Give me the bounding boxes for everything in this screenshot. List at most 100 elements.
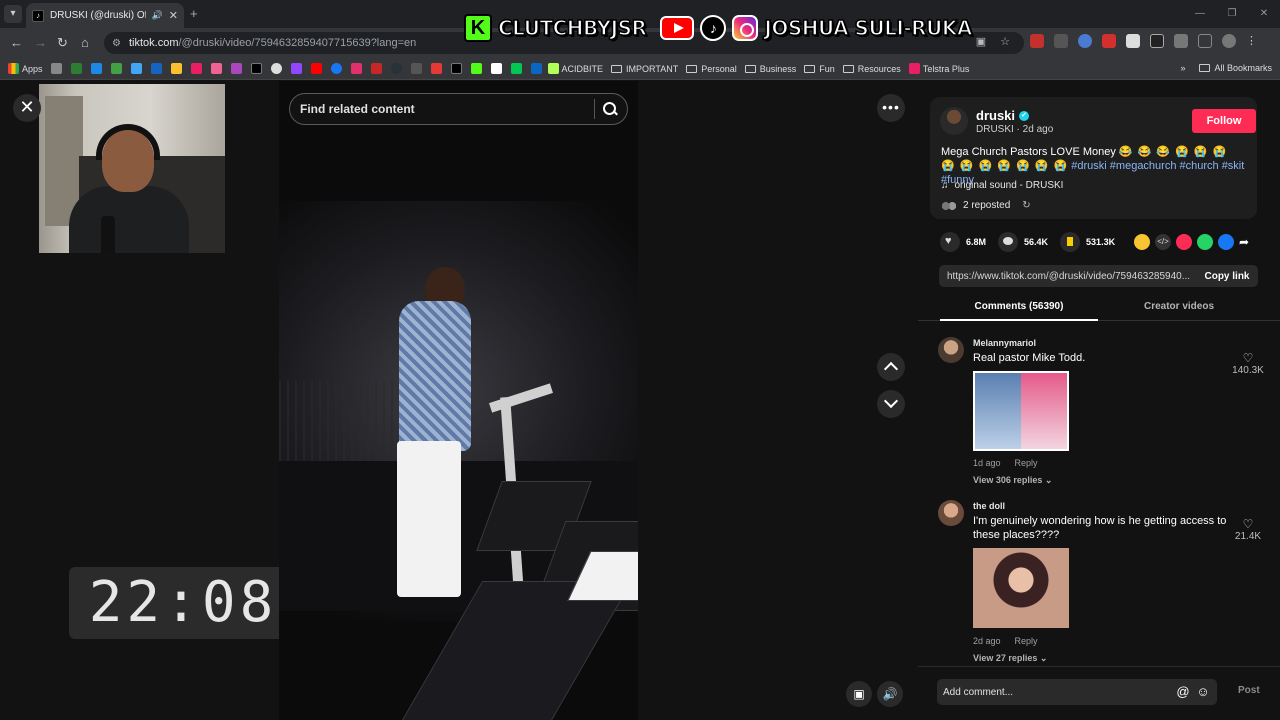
all-bookmarks-folder[interactable]: All Bookmarks [1199,63,1272,73]
profile-avatar-icon[interactable] [1222,34,1236,48]
tab-close-icon[interactable]: ✕ [169,9,178,22]
comment-username[interactable]: the doll [973,501,1005,511]
add-comment-field[interactable]: @ ☺ [937,679,1217,705]
extension-icon[interactable] [1150,34,1164,48]
bookmark-icon[interactable] [250,63,262,74]
browser-menu-icon[interactable]: ⋮ [1246,34,1260,48]
bookmark-icon[interactable] [130,63,142,74]
bookmark-icon[interactable] [50,63,62,74]
bookmark-icon[interactable] [490,63,502,74]
send-to-friends-icon[interactable] [1176,234,1192,250]
bookmark-apps[interactable]: Apps [8,63,43,74]
bookmark-icon[interactable] [150,63,162,74]
search-bar[interactable] [289,93,628,125]
favorite-button[interactable]: 531.3K [1060,232,1115,252]
bookmark-icon[interactable] [190,63,202,74]
more-options-button[interactable]: ••• [877,94,905,122]
next-video-button[interactable] [877,390,905,418]
tab-creator-videos[interactable]: Creator videos [1100,301,1258,312]
bookmark-icon[interactable] [530,63,542,74]
bookmark-icon[interactable] [510,63,522,74]
follow-button[interactable]: Follow [1192,109,1256,133]
sound-link[interactable]: ♫ original sound - DRUSKI [941,180,1063,191]
embed-icon[interactable]: </> [1155,234,1171,250]
install-app-icon[interactable]: ▣ [976,35,986,48]
close-video-button[interactable]: ✕ [13,94,41,122]
previous-video-button[interactable] [877,353,905,381]
reload-icon[interactable]: ↻ [57,35,68,51]
bookmark-icon[interactable] [290,63,302,74]
extension-icon[interactable] [1126,34,1140,48]
new-tab-button[interactable]: + [190,6,198,21]
picture-in-picture-button[interactable]: ▣ [846,681,872,707]
bookmark-icon[interactable] [230,63,242,74]
mention-at-icon[interactable]: @ [1175,684,1191,700]
bookmark-icon[interactable] [310,63,322,74]
site-info-icon[interactable]: ⚙ [112,38,121,49]
restore-icon[interactable]: ❐ [1216,0,1248,28]
bookmark-icon[interactable] [470,63,482,74]
bookmark-icon[interactable] [90,63,102,74]
comment-like-button[interactable]: ♡ 140.3K [1228,351,1268,376]
bookmark-icon[interactable] [450,63,462,74]
facebook-icon[interactable] [1218,234,1234,250]
add-comment-input[interactable] [943,686,1171,698]
comment-like-button[interactable]: ♡ 21.4K [1228,517,1268,542]
minimize-icon[interactable]: — [1184,0,1216,28]
adblock-extension-icon[interactable] [1030,34,1044,48]
bookmark-star-icon[interactable]: ☆ [1000,35,1010,48]
bookmark-icon[interactable] [110,63,122,74]
pdf-extension-icon[interactable] [1102,34,1116,48]
bookmark-folder-resources[interactable]: Resources [842,64,901,74]
bookmark-icon[interactable] [170,63,182,74]
window-close-icon[interactable]: ✕ [1248,0,1280,28]
comment-image[interactable] [973,371,1069,451]
like-button[interactable]: 6.8M [940,232,986,252]
home-icon[interactable]: ⌂ [81,35,89,50]
bookmark-icon[interactable] [410,63,422,74]
extension-icon[interactable] [1078,34,1092,48]
extension-icon[interactable] [1054,34,1068,48]
reply-button[interactable]: Reply [1015,636,1038,646]
reposted-info[interactable]: 2 reposted ↻ [941,200,1031,211]
tab-audio-icon[interactable]: 🔊 [152,10,163,21]
copy-link-button[interactable]: Copy link [1196,271,1258,282]
search-icon[interactable] [603,102,617,116]
bookmark-icon[interactable] [390,63,402,74]
emoji-picker-icon[interactable]: ☺ [1195,684,1211,700]
video-player[interactable] [279,81,638,720]
whatsapp-icon[interactable] [1197,234,1213,250]
post-comment-button[interactable]: Post [1238,685,1260,696]
tab-comments[interactable]: Comments (56390) [940,301,1098,321]
author-name[interactable]: druski ✓ [976,108,1030,123]
comment-username[interactable]: Melannymariol [973,338,1036,348]
bookmark-icon[interactable] [370,63,382,74]
search-input[interactable] [300,102,586,116]
bookmark-icon[interactable] [210,63,222,74]
share-arrow-icon[interactable]: ➦ [1239,234,1255,250]
browser-tab-active[interactable]: ♪ DRUSKI (@druski) Official | 🔊 ✕ [26,3,184,28]
bookmark-acidbite[interactable]: ACIDBITE [547,63,603,74]
bookmark-icon[interactable] [330,63,342,74]
comment-image[interactable] [973,548,1069,628]
bookmark-icon[interactable] [350,63,362,74]
view-replies-button[interactable]: View 306 replies ⌄ [973,475,1052,486]
volume-button[interactable]: 🔊 [877,681,903,707]
bookmark-folder-business[interactable]: Business [744,64,796,74]
reading-list-icon[interactable] [1198,34,1212,48]
bookmark-icon[interactable] [70,63,82,74]
more-bookmarks-chevron-icon[interactable]: » [1180,63,1185,73]
back-arrow-icon[interactable]: ← [10,35,23,50]
view-replies-button[interactable]: View 27 replies ⌄ [973,653,1047,664]
bookmark-folder-fun[interactable]: Fun [804,64,835,74]
emoji-share-icon[interactable] [1134,234,1150,250]
comment-button[interactable]: 56.4K [998,232,1048,252]
forward-arrow-icon[interactable]: → [34,35,47,50]
tab-search-button[interactable]: ▾ [4,5,22,23]
bookmark-folder-personal[interactable]: Personal [686,64,737,74]
bookmark-icon[interactable] [270,63,282,74]
bookmark-telstra-plus[interactable]: Telstra Plus [908,63,969,74]
reply-button[interactable]: Reply [1015,458,1038,468]
bookmark-folder-important[interactable]: IMPORTANT [611,64,678,74]
commenter-avatar[interactable] [938,337,964,363]
